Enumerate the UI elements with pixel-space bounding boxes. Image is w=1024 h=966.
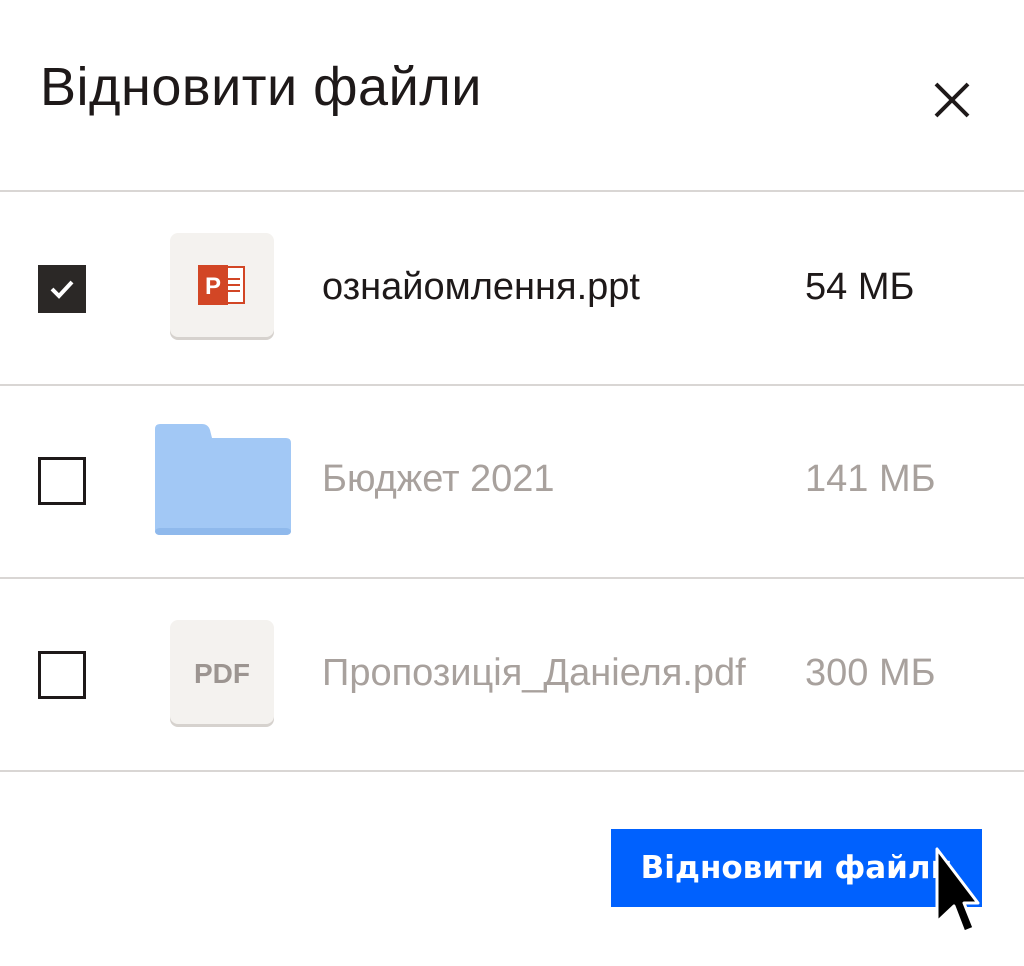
restore-files-dialog: Відновити файли P ознайомлення.ppt 54 МБ: [0, 0, 1024, 966]
svg-text:P: P: [205, 273, 221, 300]
restore-files-button[interactable]: Відновити файли: [611, 829, 982, 907]
file-size: 141 МБ: [805, 458, 936, 500]
file-name: ознайомлення.ppt: [322, 266, 640, 308]
file-row[interactable]: PDF Пропозиція_Даніеля.pdf 300 МБ: [0, 579, 1024, 771]
file-size: 300 МБ: [805, 652, 936, 694]
close-button[interactable]: [924, 72, 980, 128]
folder-icon: [155, 424, 291, 535]
file-name: Бюджет 2021: [322, 458, 555, 500]
powerpoint-file-icon: P: [170, 233, 274, 337]
file-checkbox[interactable]: [38, 651, 86, 699]
checkmark-icon: [50, 280, 74, 299]
divider: [0, 770, 1024, 772]
file-name: Пропозиція_Даніеля.pdf: [322, 652, 746, 694]
file-checkbox[interactable]: [38, 457, 86, 505]
pdf-icon-label: PDF: [194, 658, 250, 689]
file-row[interactable]: Бюджет 2021 141 МБ: [0, 386, 1024, 578]
file-row[interactable]: P ознайомлення.ppt 54 МБ: [0, 192, 1024, 384]
close-icon: [934, 82, 970, 118]
file-size: 54 МБ: [805, 266, 915, 308]
dialog-title: Відновити файли: [40, 57, 482, 117]
file-checkbox-checked[interactable]: [38, 265, 86, 313]
pdf-file-icon: PDF: [170, 620, 274, 724]
